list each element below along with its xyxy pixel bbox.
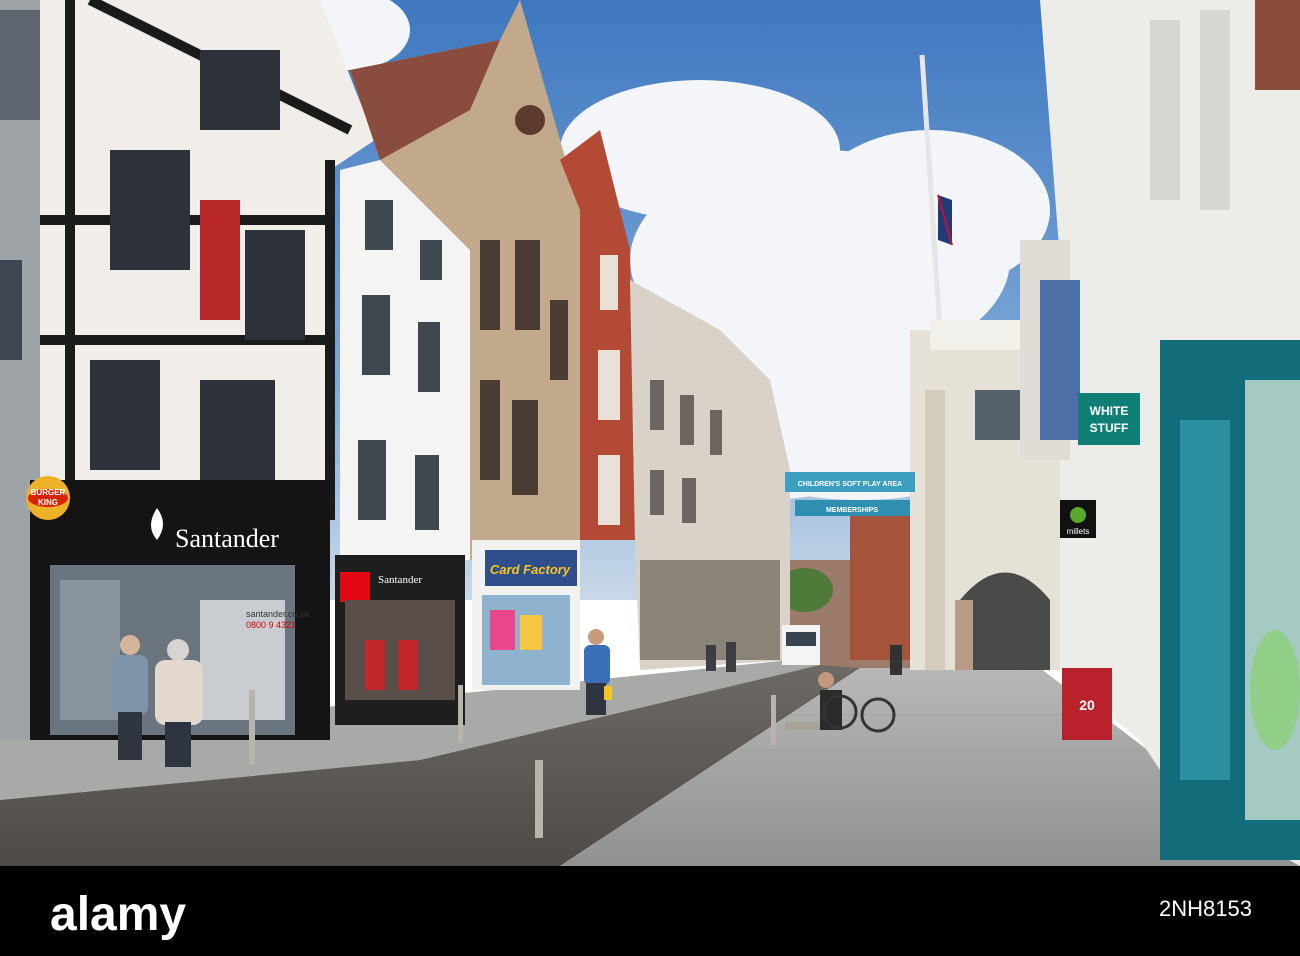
burger-king-text-1: BURGER — [31, 488, 66, 497]
image-id: 2NH8153 — [1159, 896, 1252, 921]
alamy-logo: alamy — [50, 890, 186, 940]
photo-stage: Santander santander.co.uk 0800 9 4321 BU… — [0, 0, 1300, 956]
santander-sign: Santander — [175, 524, 279, 553]
santander-web-text: santander.co.uk — [246, 609, 310, 619]
a-board-number: 20 — [1079, 697, 1095, 713]
millets-text: millets — [1067, 527, 1090, 536]
guildhall-arch — [960, 572, 1050, 670]
millets-icon — [1070, 507, 1086, 523]
alamy-logo-text: alamy — [50, 890, 186, 940]
santander-small-sign: Santander — [378, 574, 422, 586]
card-factory-sign: Card Factory — [490, 562, 571, 577]
burger-king-text-2: KING — [38, 498, 58, 507]
white-stuff-hanging-sign — [1078, 393, 1140, 445]
banner-memberships-text: MEMBERSHIPS — [826, 507, 878, 514]
street-photo: Santander santander.co.uk 0800 9 4321 BU… — [0, 0, 1300, 866]
banner-soft-play-text: CHILDREN'S SOFT PLAY AREA — [798, 481, 902, 488]
white-stuff-text-1: WHITE — [1090, 404, 1129, 418]
white-stuff-text-2: STUFF — [1090, 421, 1129, 435]
santander-phone-text: 0800 9 4321 — [246, 620, 296, 630]
watermark-footer: alamy 2NH8153 — [0, 866, 1300, 956]
